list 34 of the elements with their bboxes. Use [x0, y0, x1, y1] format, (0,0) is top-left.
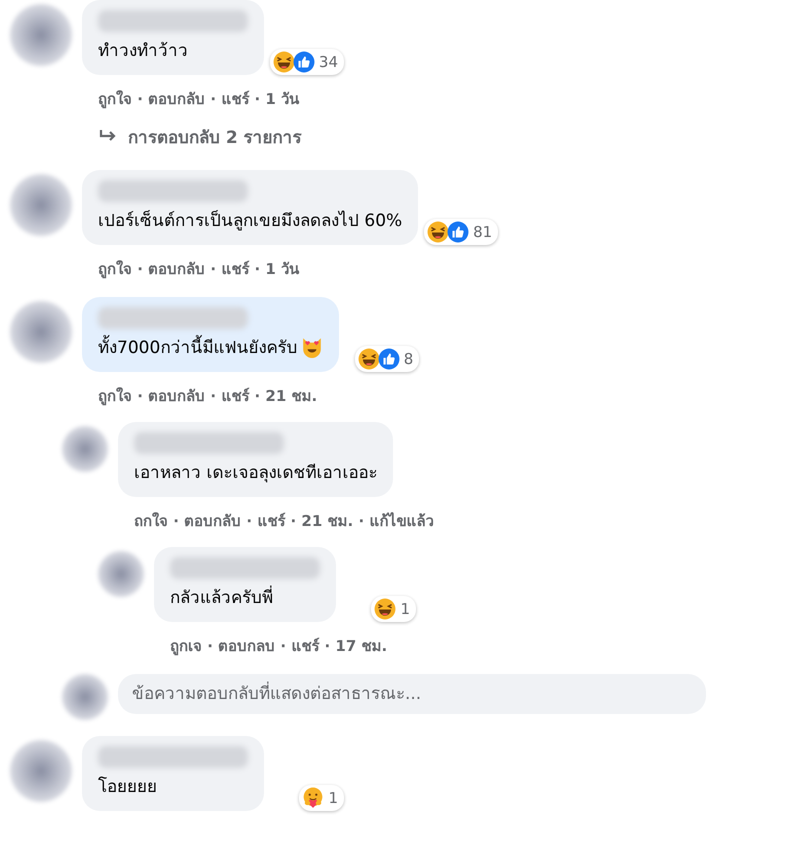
reaction-count[interactable]: 8 — [354, 346, 420, 372]
comment-text: ทำวงทำว้าว — [98, 40, 188, 63]
thumbs-up-icon — [447, 221, 470, 243]
laughing-emoji-icon — [427, 221, 450, 243]
reaction-count[interactable]: 81 — [424, 219, 498, 245]
thumbs-up-icon — [378, 348, 400, 370]
hugging-emoji-icon — [302, 787, 324, 809]
blurred-avatar — [10, 174, 72, 236]
blurred-avatar — [98, 551, 144, 597]
reaction-count[interactable]: 34 — [270, 49, 344, 75]
comment-actions: ถูกใจ · ตอบกลับ · แชร์ · 1 วัน — [97, 89, 300, 110]
comment-actions: ถูกเจ · ตอบกลบ · แชร์ · 17 ชม. — [169, 636, 388, 658]
laughing-emoji-icon — [272, 51, 295, 73]
comment-text: ทั้ง7000กว่านี้มีแฟนยังครับ — [98, 333, 298, 360]
blurred-avatar — [10, 301, 72, 363]
comment-actions: ถูกใจ · ตอบกลับ · แชร์ · 1 วัน — [97, 259, 300, 280]
comment-text: โอยยยย — [98, 776, 157, 799]
heart-eyes-emoji-icon — [301, 336, 324, 358]
comment-actions: ถูกใจ · ตอบกลับ · แชร์ · 21 ชม. — [97, 386, 318, 408]
laughing-emoji-icon — [374, 598, 396, 620]
thumbs-up-icon — [292, 51, 315, 73]
blurred-avatar — [62, 674, 108, 720]
comment-text: เอาหลาว เดะเจอลุงเดชทีเอาเออะ — [134, 462, 378, 485]
reply-input-field[interactable]: ข้อความตอบกลับที่แสดงต่อสาธารณะ... — [118, 674, 706, 714]
comment-text: เปอร์เซ็นต์การเป็นลูกเขยมึงลดลงไป 60% — [98, 209, 402, 233]
blurred-avatar — [10, 740, 72, 802]
laughing-emoji-icon — [358, 348, 380, 370]
reaction-count[interactable]: 1 — [299, 785, 344, 811]
comment-actions: ถกใจ · ตอบกลับ · แชร์ · 21 ชม. · แก้ไขแล้ว — [133, 511, 434, 532]
blurred-avatar — [62, 426, 108, 472]
reaction-count[interactable]: 1 — [371, 596, 416, 622]
view-replies-link[interactable]: การตอบกลับ 2 รายการ — [82, 119, 318, 154]
comment-text: กลัวแล้วครับพี่ — [170, 583, 273, 610]
blurred-avatar — [10, 4, 72, 66]
